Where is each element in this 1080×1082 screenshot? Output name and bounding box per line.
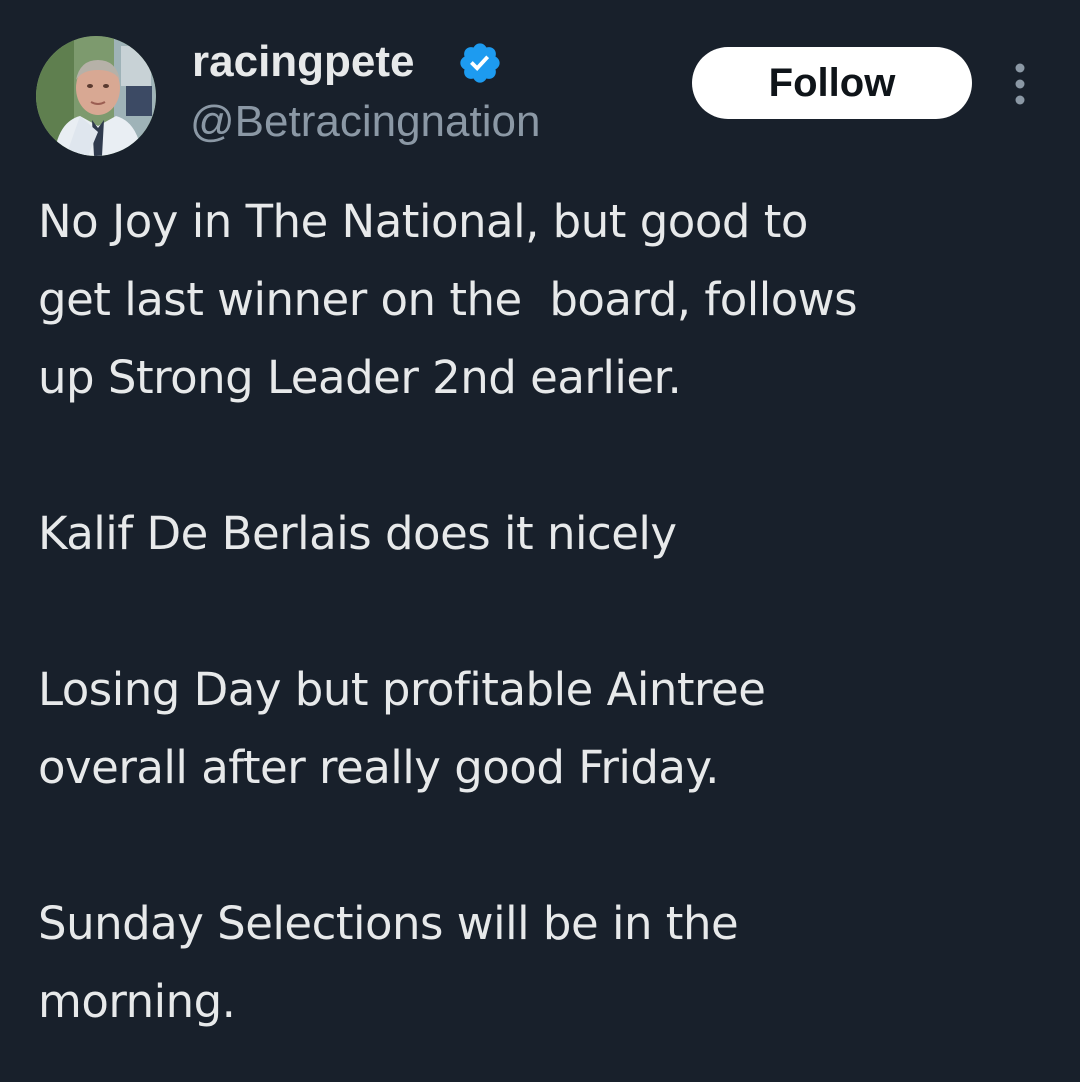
tweet-paragraph: No Joy in The National, but good to get … (38, 195, 858, 404)
tweet-text: No Joy in The National, but good to get … (38, 183, 1048, 1041)
follow-button[interactable]: Follow (692, 47, 972, 119)
user-handle[interactable]: @Betracingnation (190, 96, 540, 148)
tweet-paragraph: Sunday Selections will be in the morning… (38, 897, 739, 1028)
display-name[interactable]: racingpete (192, 36, 415, 88)
profile-photo-icon (36, 36, 156, 156)
more-options-icon[interactable] (1004, 58, 1036, 110)
verified-badge-icon (460, 43, 500, 83)
tweet-paragraph: Kalif De Berlais does it nicely (38, 507, 677, 560)
tweet-card: racingpete @Betracingnation Follow No Jo… (0, 0, 1080, 1082)
tweet-paragraph: Losing Day but profitable Aintree overal… (38, 663, 766, 794)
avatar[interactable] (36, 36, 156, 156)
